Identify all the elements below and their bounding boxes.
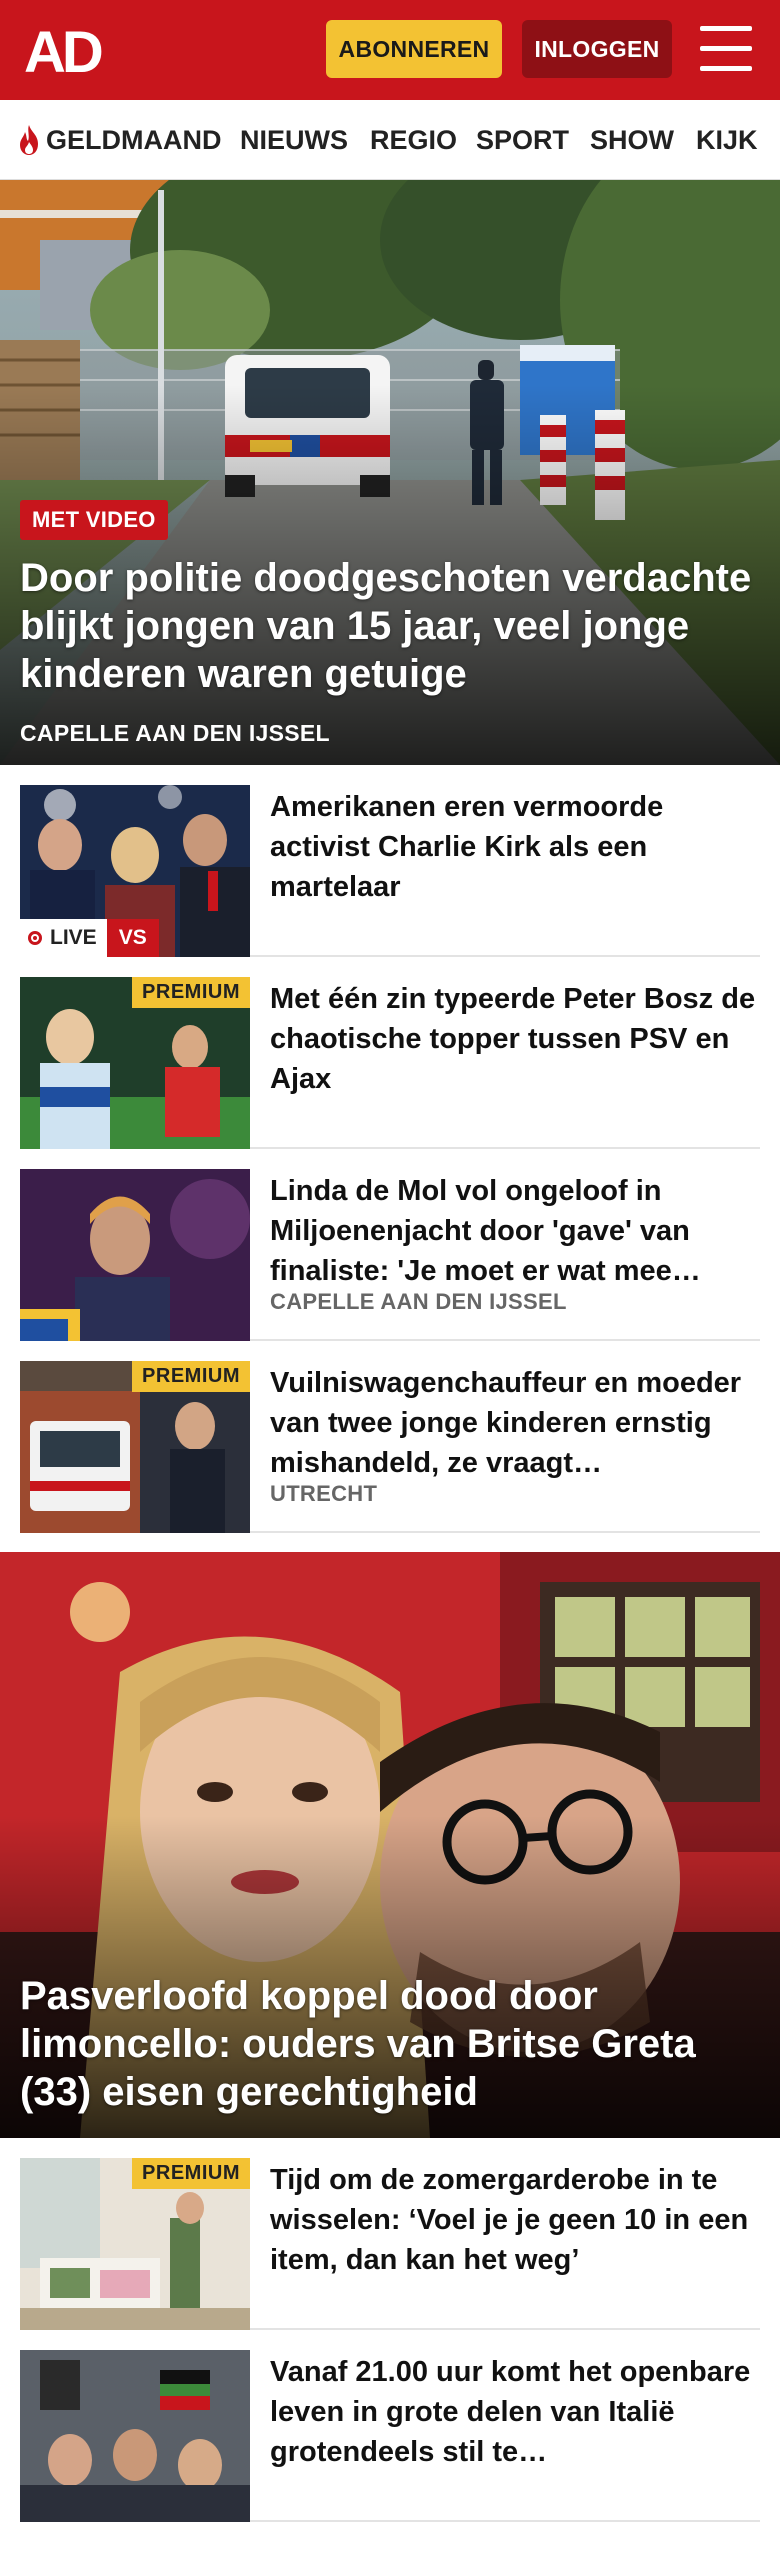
ad-logo[interactable]: AD <box>24 22 116 78</box>
article-thumbnail: LIVE VS <box>20 785 250 957</box>
article-thumbnail: PREMIUM <box>20 1361 250 1533</box>
premium-badge: PREMIUM <box>132 2158 250 2189</box>
login-button[interactable]: INLOGGEN <box>522 20 672 78</box>
article-headline[interactable]: Vanaf 21.00 uur komt het openbare leven … <box>270 2352 760 2472</box>
article-headline[interactable]: Vuilniswagenchauffeur en moeder van twee… <box>270 1363 760 1483</box>
vs-tag: VS <box>106 919 159 957</box>
nav-item-show[interactable]: SHOW <box>590 100 674 179</box>
article-location: CAPELLE AAN DEN IJSSEL <box>270 1289 567 1314</box>
article-thumbnail: PREMIUM <box>20 977 250 1149</box>
nav-item-regio[interactable]: REGIO <box>370 100 457 179</box>
nav-label: GELDMAAND <box>46 124 222 155</box>
flame-icon <box>20 125 38 155</box>
nav-item-sport[interactable]: SPORT <box>476 100 569 179</box>
article-location: UTRECHT <box>270 1481 378 1506</box>
article-thumbnail <box>20 1169 250 1341</box>
hero-article[interactable]: MET VIDEO Door politie doodgeschoten ver… <box>0 180 780 765</box>
featured-article[interactable]: Pasverloofd koppel dood door limoncello:… <box>0 1552 780 2138</box>
hero-headline[interactable]: Door politie doodgeschoten verdachte bli… <box>20 554 765 698</box>
nav-item-geldmaand[interactable]: GELDMAAND <box>16 100 222 179</box>
menu-icon[interactable] <box>700 26 752 72</box>
nav-item-kijk[interactable]: KIJK <box>696 100 758 179</box>
subscribe-button[interactable]: ABONNEREN <box>326 20 502 78</box>
list-item[interactable]: Linda de Mol vol ongeloof in Miljoenenja… <box>20 1149 760 1341</box>
live-badge: LIVE VS <box>20 919 159 957</box>
section-nav: GELDMAAND NIEUWS REGIO SPORT SHOW KIJK <box>0 100 780 180</box>
top-bar: AD ABONNEREN INLOGGEN <box>0 0 780 100</box>
article-thumbnail: PREMIUM <box>20 2158 250 2330</box>
svg-text:AD: AD <box>24 22 102 78</box>
article-headline[interactable]: Met één zin typeerde Peter Bosz de chaot… <box>270 979 760 1099</box>
list-item[interactable]: LIVE VS Amerikanen eren vermoorde activi… <box>20 765 760 957</box>
list-item[interactable]: PREMIUM Vuilniswagenchauffeur en moeder … <box>20 1341 760 1533</box>
hero-location: CAPELLE AAN DEN IJSSEL <box>20 720 330 746</box>
list-item[interactable]: Vanaf 21.00 uur komt het openbare leven … <box>20 2330 760 2522</box>
article-headline[interactable]: Tijd om de zomergarderobe in te wisselen… <box>270 2160 760 2280</box>
video-badge: MET VIDEO <box>20 500 168 540</box>
article-headline[interactable]: Linda de Mol vol ongeloof in Miljoenenja… <box>270 1171 760 1291</box>
article-headline[interactable]: Amerikanen eren vermoorde activist Charl… <box>270 787 760 907</box>
article-thumbnail <box>20 2350 250 2522</box>
premium-badge: PREMIUM <box>132 977 250 1008</box>
list-item[interactable]: PREMIUM Met één zin typeerde Peter Bosz … <box>20 957 760 1149</box>
featured-headline[interactable]: Pasverloofd koppel dood door limoncello:… <box>20 1972 760 2116</box>
live-dot-icon <box>28 931 42 945</box>
list-item[interactable]: PREMIUM Tijd om de zomergarderobe in te … <box>20 2138 760 2330</box>
premium-badge: PREMIUM <box>132 1361 250 1392</box>
nav-item-nieuws[interactable]: NIEUWS <box>240 100 348 179</box>
